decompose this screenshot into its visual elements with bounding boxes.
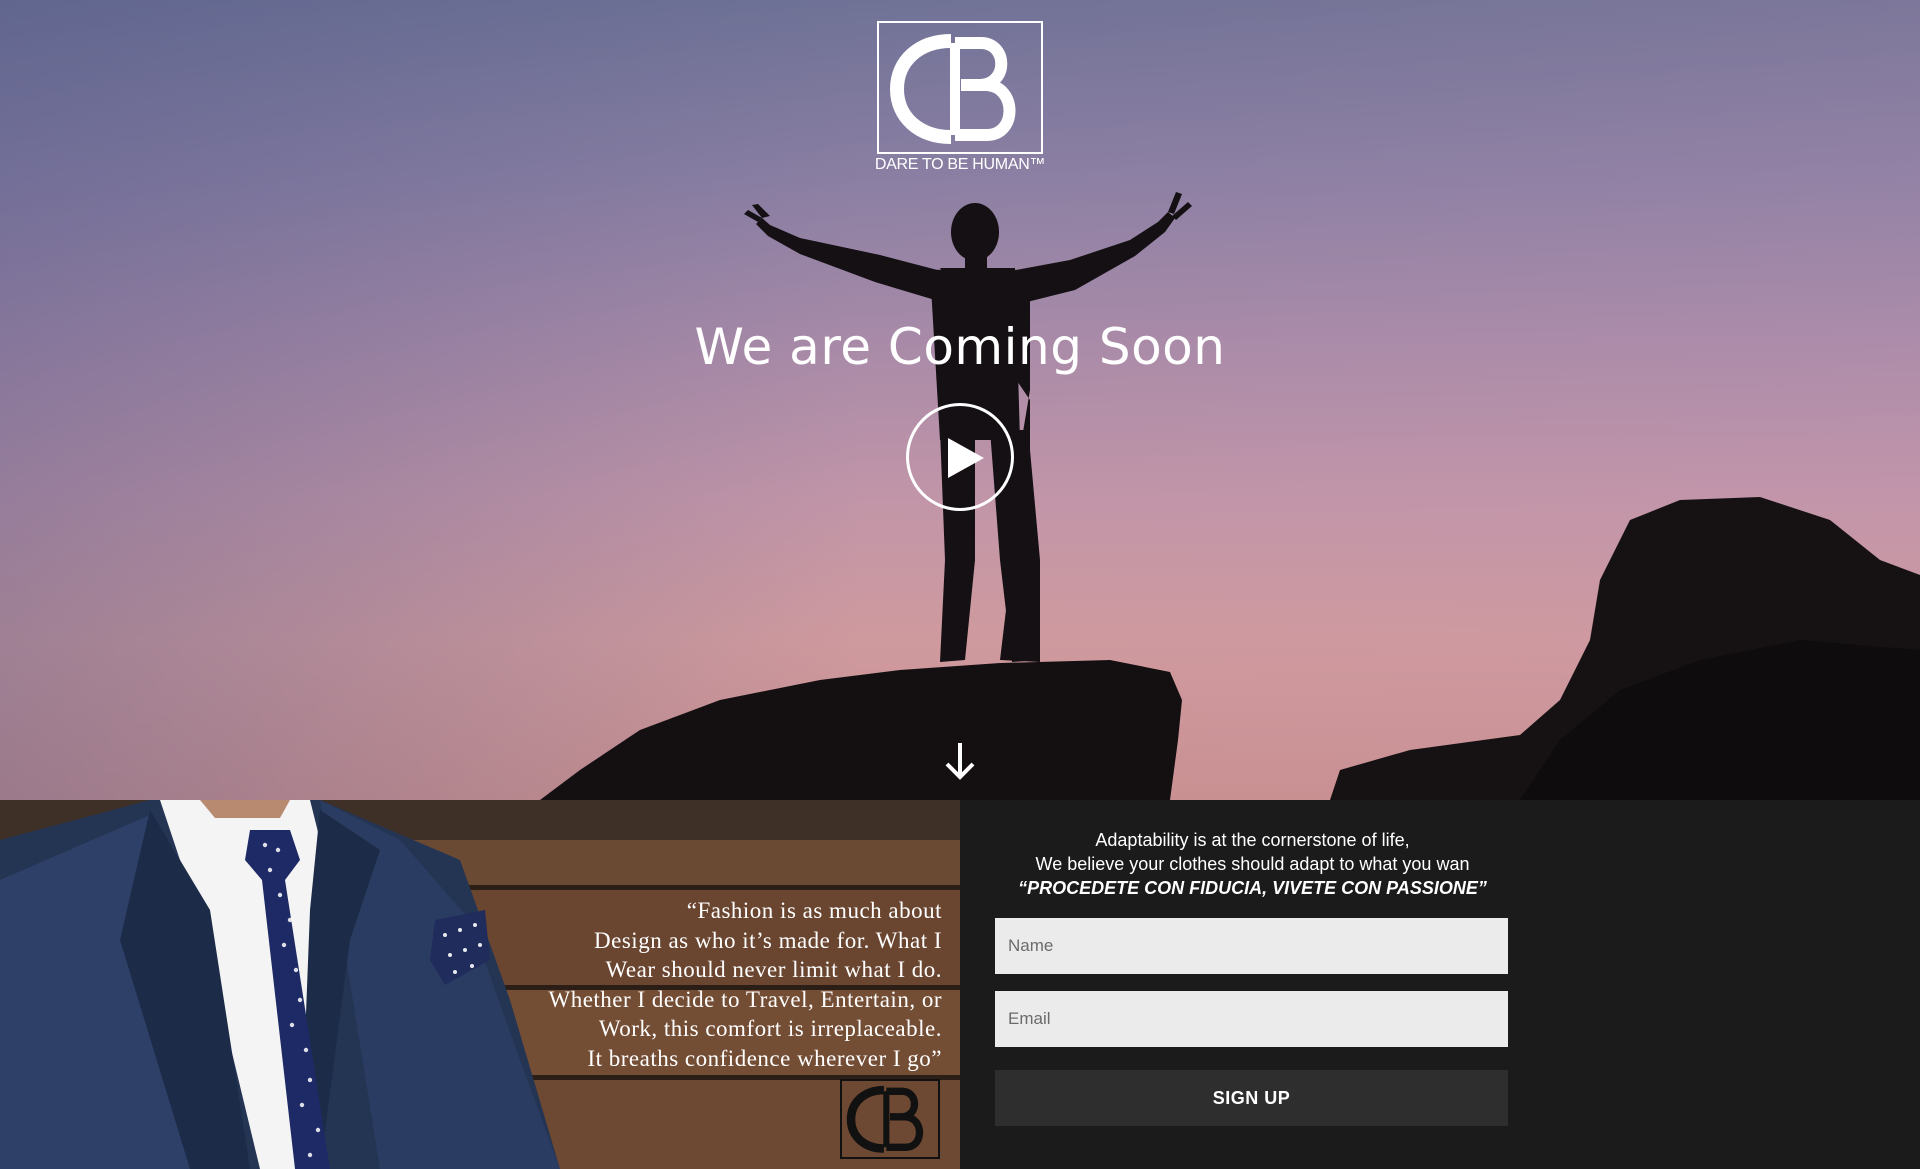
quote-line: Design as who it’s made for. What I <box>594 927 942 953</box>
hero-headline: We are Coming Soon <box>694 318 1226 376</box>
cb-monogram-icon <box>846 1085 924 1153</box>
brand-quote: “Fashion is as much about Design as who … <box>472 896 942 1073</box>
brand-logo[interactable] <box>877 21 1043 154</box>
promo-panel: “Fashion is as much about Design as who … <box>0 800 960 1169</box>
brand-motto: “PROCEDETE CON FIDUCIA, VIVETE CON PASSI… <box>1018 878 1487 898</box>
play-icon <box>948 438 984 478</box>
hero-section: DARE TO BE HUMAN™ We are Coming Soon <box>0 0 1920 800</box>
intro-line-1: Adaptability is at the cornerstone of li… <box>1095 830 1410 850</box>
scroll-down-arrow-icon[interactable] <box>944 741 976 781</box>
name-input[interactable] <box>995 918 1508 974</box>
play-video-button[interactable] <box>906 403 1014 511</box>
promo-logo <box>840 1079 940 1159</box>
cb-monogram-icon <box>889 34 1016 144</box>
logo-frame <box>877 21 1043 154</box>
quote-line: It breaths confidence wherever I go” <box>587 1045 942 1071</box>
quote-line: Work, this comfort is irreplaceable. <box>598 1016 942 1041</box>
brand-tagline: DARE TO BE HUMAN™ <box>874 156 1046 173</box>
sign-up-button[interactable]: SIGN UP <box>995 1070 1508 1126</box>
quote-line: Wear should never limit what I do. <box>605 957 942 982</box>
quote-line: Whether I decide to Travel, Entertain, o… <box>548 986 942 1012</box>
signup-intro: Adaptability is at the cornerstone of li… <box>960 828 1545 900</box>
intro-line-2: We believe your clothes should adapt to … <box>1035 854 1470 874</box>
quote-line: “Fashion is as much about <box>686 898 942 923</box>
signup-panel: Adaptability is at the cornerstone of li… <box>960 800 1920 1169</box>
email-input[interactable] <box>995 991 1508 1047</box>
